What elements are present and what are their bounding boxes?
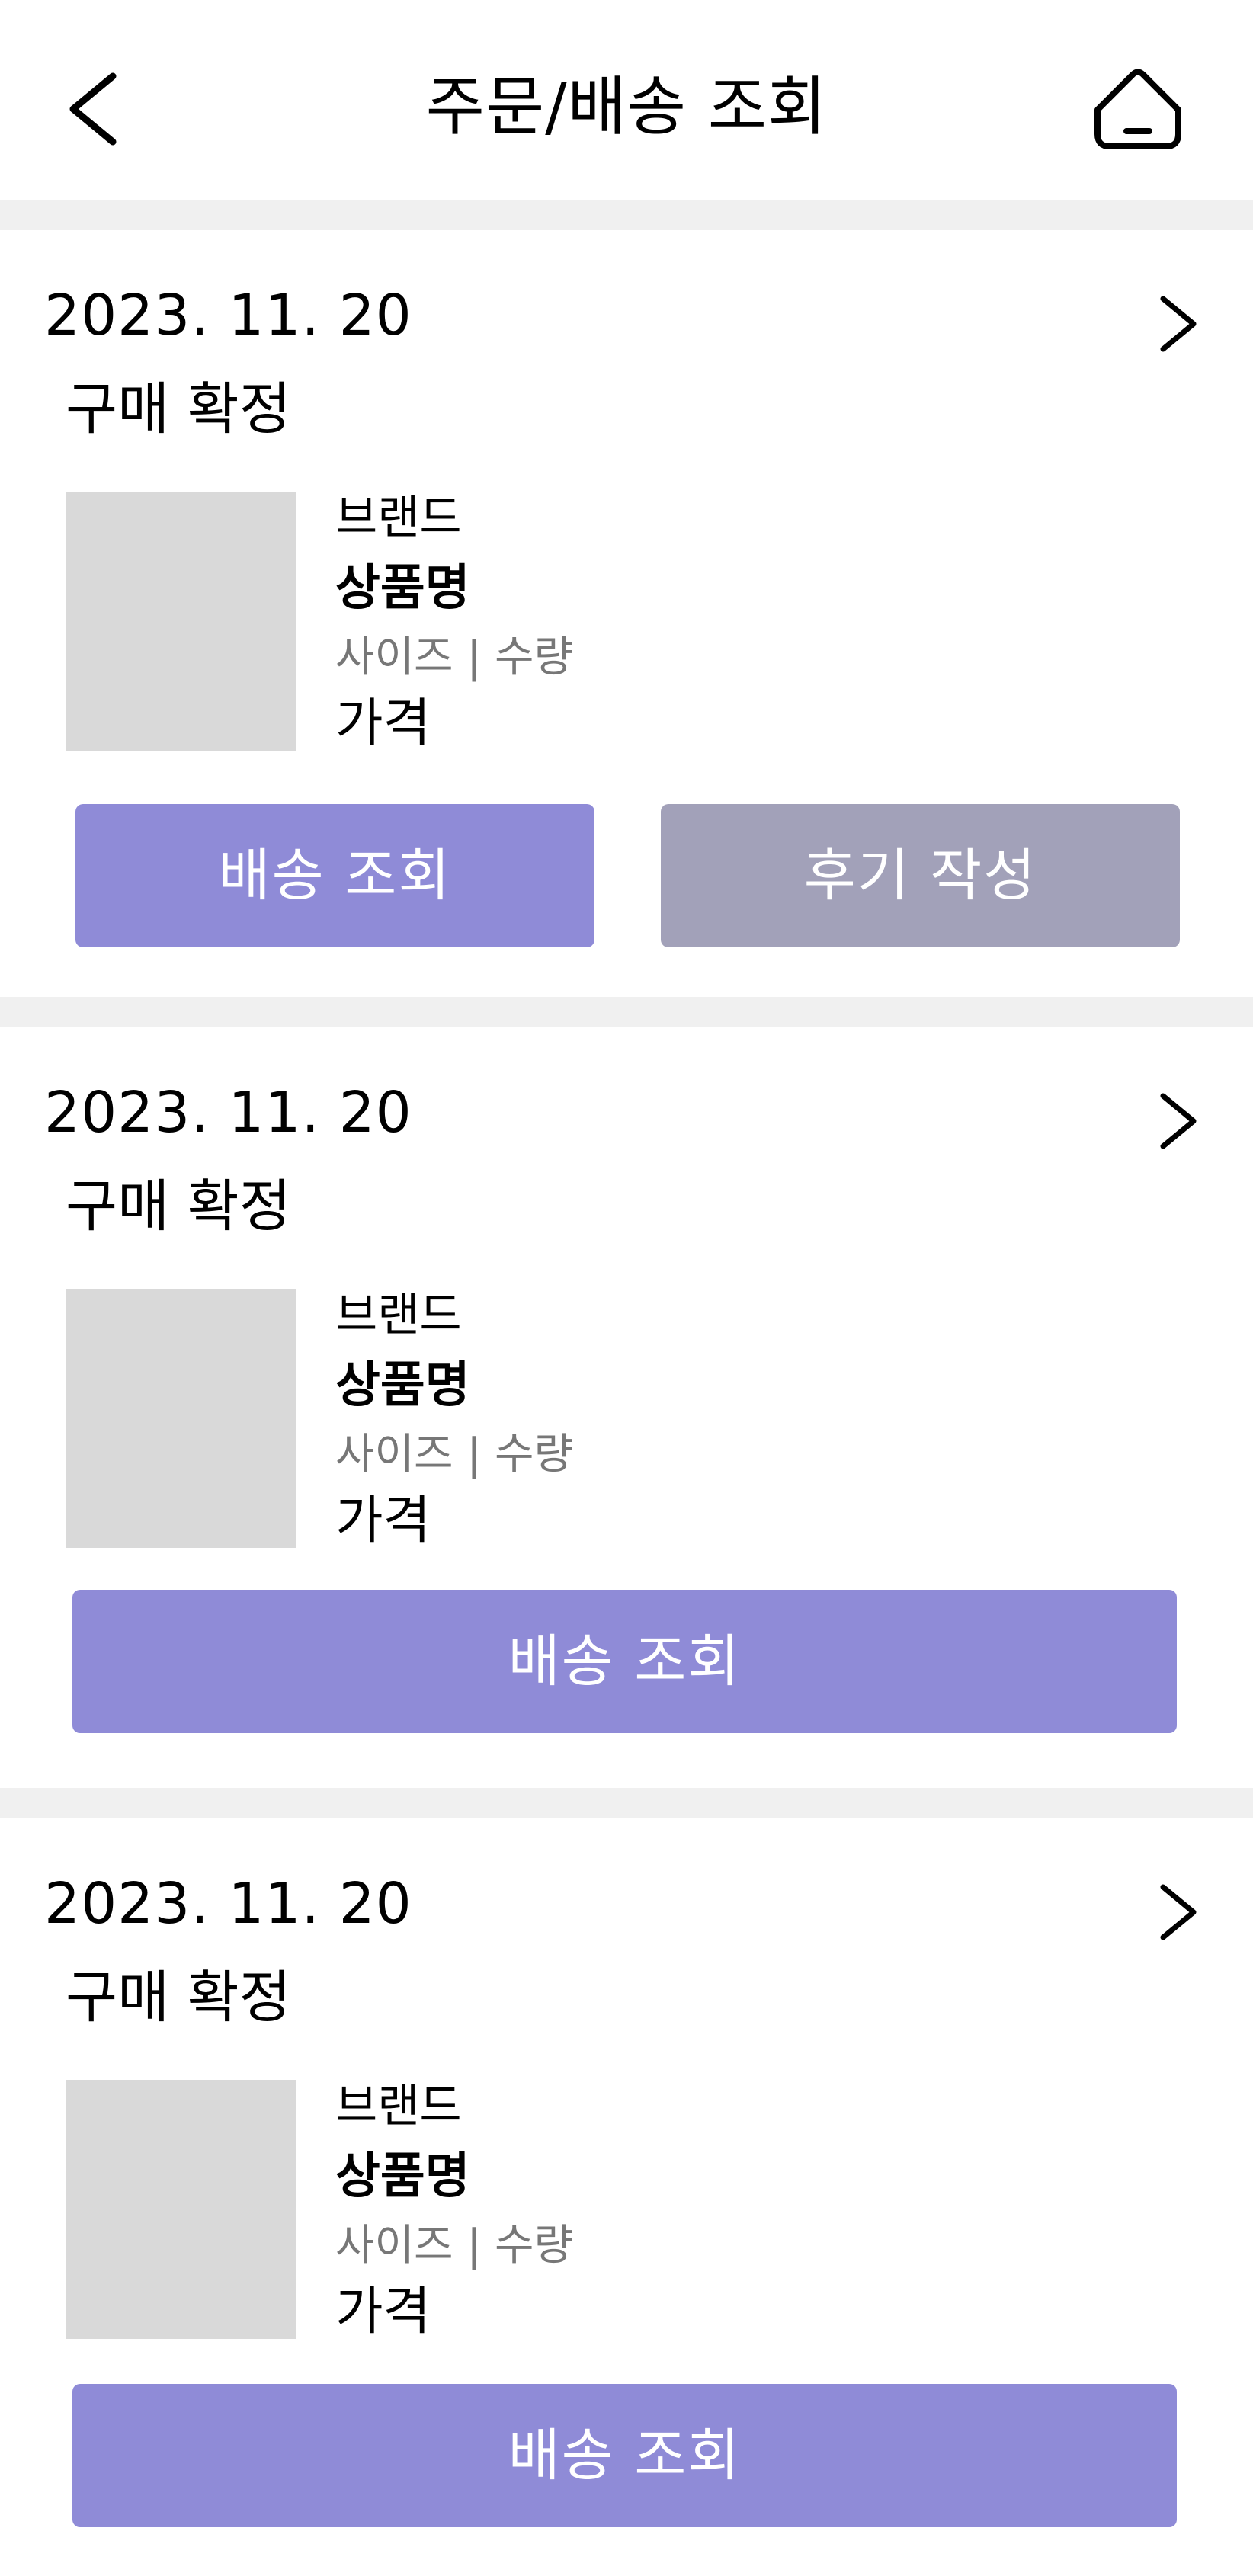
home-icon bbox=[1094, 69, 1181, 149]
product-name[interactable]: 상품명 bbox=[335, 554, 470, 623]
order-card: 2023. 11. 20 구매 확정 브랜드 상품명 사이즈 | 수량 가격 배… bbox=[0, 230, 1253, 997]
order-date: 2023. 11. 20 bbox=[44, 1080, 412, 1145]
page-title: 주문/배송 조회 bbox=[425, 69, 828, 144]
product-brand: 브랜드 bbox=[335, 2080, 462, 2133]
chevron-right-icon bbox=[1160, 296, 1197, 352]
write-review-button[interactable]: 후기 작성 bbox=[661, 804, 1180, 947]
order-status: 구매 확정 bbox=[66, 1174, 291, 1239]
product-brand: 브랜드 bbox=[335, 492, 462, 545]
order-detail-button[interactable] bbox=[1146, 1087, 1207, 1155]
order-date: 2023. 11. 20 bbox=[44, 283, 412, 348]
section-divider bbox=[0, 997, 1253, 1027]
order-date: 2023. 11. 20 bbox=[44, 1871, 412, 1937]
track-delivery-button[interactable]: 배송 조회 bbox=[75, 804, 594, 947]
order-card: 2023. 11. 20 구매 확정 브랜드 상품명 사이즈 | 수량 가격 배… bbox=[0, 1027, 1253, 1788]
product-name[interactable]: 상품명 bbox=[335, 1351, 470, 1420]
order-card: 2023. 11. 20 구매 확정 브랜드 상품명 사이즈 | 수량 가격 배… bbox=[0, 1818, 1253, 2576]
chevron-right-icon bbox=[1160, 1093, 1197, 1149]
order-status: 구매 확정 bbox=[66, 376, 291, 442]
product-options: 사이즈 | 수량 bbox=[335, 633, 574, 682]
order-history-page: 주문/배송 조회 2023. 11. 20 구매 확정 브랜드 상품명 사이즈 … bbox=[0, 0, 1253, 2576]
order-detail-button[interactable] bbox=[1146, 1878, 1207, 1946]
product-price: 가격 bbox=[335, 694, 431, 754]
section-divider bbox=[0, 200, 1253, 230]
product-brand: 브랜드 bbox=[335, 1289, 462, 1342]
product-price: 가격 bbox=[335, 1491, 431, 1551]
product-options: 사이즈 | 수량 bbox=[335, 1430, 574, 1479]
product-thumbnail[interactable] bbox=[66, 1289, 296, 1548]
product-name[interactable]: 상품명 bbox=[335, 2142, 470, 2211]
track-delivery-button[interactable]: 배송 조회 bbox=[72, 2384, 1177, 2527]
home-button[interactable] bbox=[1090, 67, 1186, 151]
product-options: 사이즈 | 수량 bbox=[335, 2221, 574, 2270]
order-status: 구매 확정 bbox=[66, 1965, 291, 2030]
header: 주문/배송 조회 bbox=[0, 0, 1253, 200]
section-divider bbox=[0, 1788, 1253, 1818]
product-thumbnail[interactable] bbox=[66, 2080, 296, 2339]
product-thumbnail[interactable] bbox=[66, 492, 296, 751]
track-delivery-button[interactable]: 배송 조회 bbox=[72, 1590, 1177, 1733]
order-detail-button[interactable] bbox=[1146, 290, 1207, 358]
product-price: 가격 bbox=[335, 2282, 431, 2342]
chevron-right-icon bbox=[1160, 1884, 1197, 1940]
